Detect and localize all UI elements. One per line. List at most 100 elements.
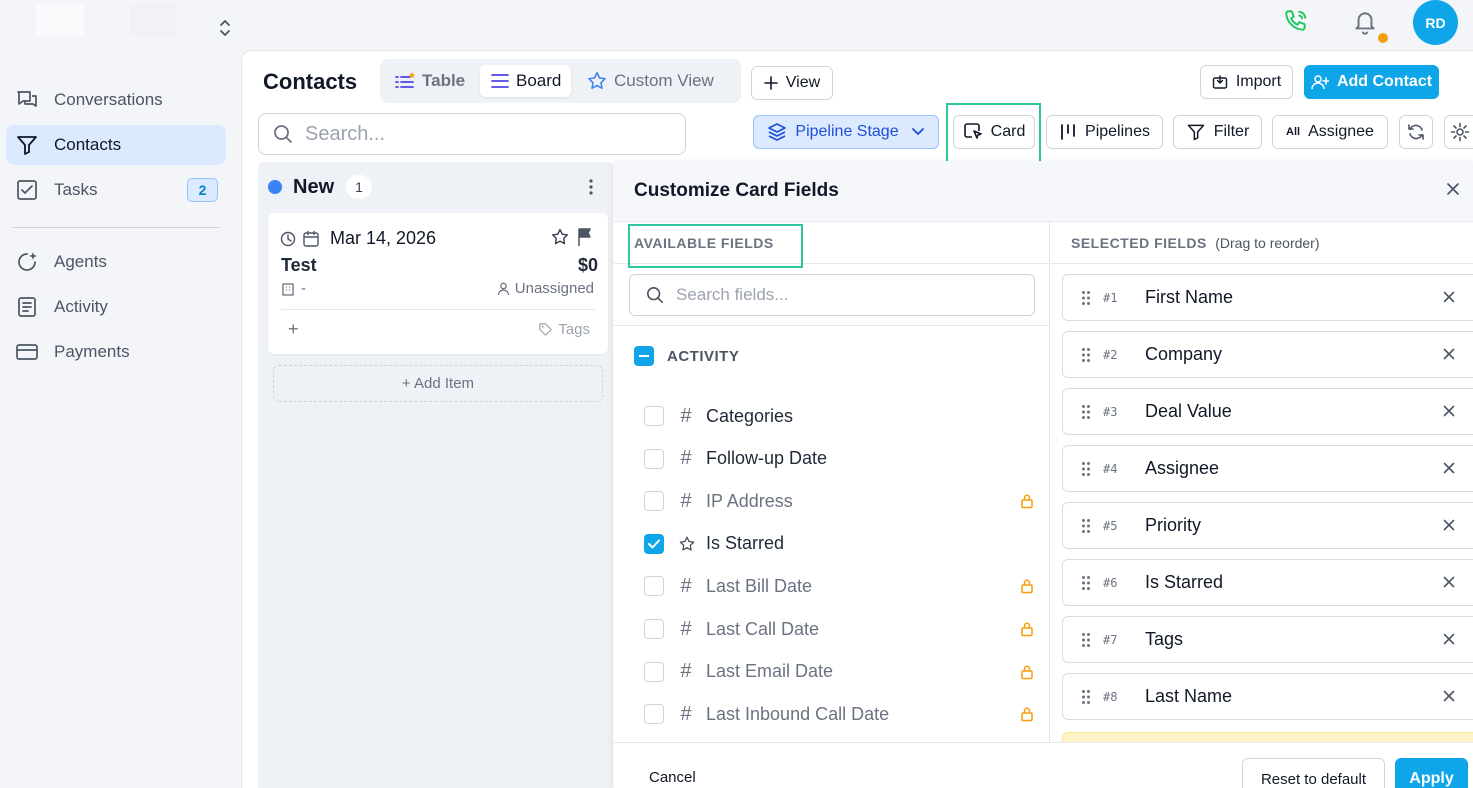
column-count-badge: 1 <box>346 175 372 199</box>
group-select-all-checkbox[interactable] <box>634 346 654 366</box>
drag-handle-icon[interactable] <box>1081 689 1091 705</box>
remove-field-icon[interactable] <box>1443 291 1455 303</box>
selected-field-row[interactable]: #1 First Name <box>1062 274 1473 321</box>
available-field-row[interactable]: # Last Email Date <box>644 657 1034 687</box>
search-input[interactable]: Search... <box>258 113 686 155</box>
hash-icon: # <box>680 489 692 512</box>
selected-field-row[interactable]: #7 Tags <box>1062 616 1473 663</box>
selected-field-row[interactable]: #2 Company <box>1062 331 1473 378</box>
refresh-button[interactable] <box>1399 115 1433 149</box>
drag-handle-icon[interactable] <box>1081 575 1091 591</box>
filter-button[interactable]: Filter <box>1173 115 1262 149</box>
field-checkbox[interactable] <box>644 576 664 597</box>
available-field-row[interactable]: # Categories <box>644 401 1034 431</box>
remove-field-icon[interactable] <box>1443 690 1455 702</box>
workspace-logo[interactable] <box>36 4 84 36</box>
remove-field-icon[interactable] <box>1443 633 1455 645</box>
card-assignee[interactable]: Unassigned <box>497 280 594 297</box>
workspace-name[interactable] <box>130 4 176 36</box>
phone-icon[interactable] <box>1283 8 1309 34</box>
apply-button[interactable]: Apply <box>1395 758 1468 788</box>
checkbox-icon <box>14 177 40 203</box>
card-add-button[interactable]: + <box>288 319 299 340</box>
lock-icon <box>1020 493 1034 509</box>
tab-custom-view[interactable]: Custom View <box>576 65 724 97</box>
drag-handle-icon[interactable] <box>1081 290 1091 306</box>
pipelines-button[interactable]: Pipelines <box>1046 115 1163 149</box>
group-activity[interactable]: ACTIVITY <box>634 346 739 366</box>
pipeline-stage-dropdown[interactable]: Pipeline Stage <box>753 115 939 149</box>
sidebar-item-activity[interactable]: Activity <box>6 287 226 327</box>
drag-handle-icon[interactable] <box>1081 461 1091 477</box>
card-tags-button[interactable]: Tags <box>538 321 590 338</box>
notification-bell-icon[interactable] <box>1352 8 1378 36</box>
add-item-button[interactable]: + Add Item <box>273 365 603 402</box>
add-view-button[interactable]: View <box>751 66 833 100</box>
star-icon[interactable] <box>550 227 570 247</box>
card-divider <box>281 309 595 310</box>
field-checkbox[interactable] <box>644 406 664 426</box>
workspace-switch-icon[interactable] <box>217 18 233 38</box>
filter-icon <box>14 132 40 158</box>
drag-handle-icon[interactable] <box>1081 518 1091 534</box>
available-field-row[interactable]: # Follow-up Date <box>644 444 1034 474</box>
field-label: Is Starred <box>1145 572 1224 592</box>
remove-field-icon[interactable] <box>1443 519 1455 531</box>
chevron-down-icon <box>911 127 925 137</box>
available-field-row[interactable]: # Last Inbound Call Date <box>644 699 1034 729</box>
assignee-label: Assignee <box>1308 123 1374 140</box>
field-checkbox[interactable] <box>644 619 664 639</box>
available-field-row[interactable]: # Last Bill Date <box>644 571 1034 601</box>
remove-field-icon[interactable] <box>1443 576 1455 588</box>
sidebar-item-tasks[interactable]: Tasks 2 <box>6 170 226 210</box>
selected-field-row[interactable]: #8 Last Name <box>1062 673 1473 720</box>
assignee-filter-button[interactable]: All Assignee <box>1272 115 1388 149</box>
field-checkbox[interactable] <box>644 533 664 554</box>
selected-field-row[interactable]: #3 Deal Value <box>1062 388 1473 435</box>
card-icon <box>14 339 40 365</box>
add-contact-button[interactable]: Add Contact <box>1304 65 1439 99</box>
tab-table[interactable]: Table <box>384 65 475 97</box>
sidebar-item-payments[interactable]: Payments <box>6 332 226 372</box>
drag-handle-icon[interactable] <box>1081 404 1091 420</box>
field-checkbox[interactable] <box>644 448 664 469</box>
field-checkbox[interactable] <box>644 704 664 725</box>
remove-field-icon[interactable] <box>1443 462 1455 474</box>
available-field-row[interactable]: Is Starred <box>644 529 1034 559</box>
available-field-row[interactable]: # Last Call Date <box>644 614 1034 644</box>
close-icon[interactable] <box>1446 182 1460 196</box>
drag-handle-icon[interactable] <box>1081 632 1091 648</box>
sidebar-item-conversations[interactable]: Conversations <box>6 80 226 120</box>
contact-card[interactable]: Mar 14, 2026 Test $0 - Unassigned + Tags <box>268 213 608 354</box>
field-order-number: #4 <box>1103 461 1118 476</box>
tab-board[interactable]: Board <box>480 65 572 97</box>
selected-fields-section: SELECTED FIELDS (Drag to reorder) #1 Firs… <box>1051 222 1473 742</box>
flag-icon[interactable] <box>576 227 594 247</box>
more-vertical-icon[interactable] <box>588 178 594 196</box>
selected-field-row[interactable]: #5 Priority <box>1062 502 1473 549</box>
view-tabs: Table Board Custom View <box>380 59 741 103</box>
cancel-button[interactable]: Cancel <box>649 769 696 786</box>
notification-dot <box>1378 33 1388 43</box>
user-avatar[interactable]: RD <box>1413 0 1458 45</box>
field-checkbox[interactable] <box>644 661 664 682</box>
drag-handle-icon[interactable] <box>1081 347 1091 363</box>
field-label: Last Inbound Call Date <box>706 703 890 724</box>
remove-field-icon[interactable] <box>1443 348 1455 360</box>
reset-to-default-button[interactable]: Reset to default <box>1242 758 1385 788</box>
sidebar-item-contacts[interactable]: Contacts <box>6 125 226 165</box>
field-checkbox[interactable] <box>644 491 664 512</box>
clock-icon <box>280 231 296 247</box>
selected-field-row[interactable]: #4 Assignee <box>1062 445 1473 492</box>
sidebar-item-agents[interactable]: Agents <box>6 242 226 282</box>
search-icon <box>273 124 293 144</box>
settings-button[interactable] <box>1444 115 1473 149</box>
remove-field-icon[interactable] <box>1443 405 1455 417</box>
available-field-row[interactable]: # IP Address <box>644 486 1034 516</box>
field-search-input[interactable]: Search fields... <box>629 274 1035 316</box>
panel-title: Customize Card Fields <box>634 180 839 201</box>
import-button[interactable]: Import <box>1200 65 1293 99</box>
selected-field-row[interactable]: #6 Is Starred <box>1062 559 1473 606</box>
building-icon <box>281 282 295 296</box>
field-order-number: #5 <box>1103 518 1118 533</box>
